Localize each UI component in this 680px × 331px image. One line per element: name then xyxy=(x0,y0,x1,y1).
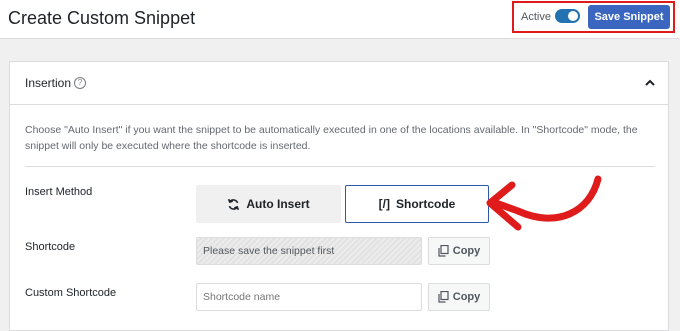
copy-label: Copy xyxy=(452,245,481,257)
shortcode-readonly-field: Please save the snippet first xyxy=(196,237,422,265)
save-snippet-button[interactable]: Save Snippet xyxy=(588,5,670,29)
panel-title: Insertion xyxy=(25,76,72,90)
copy-icon xyxy=(438,291,449,303)
custom-shortcode-label: Custom Shortcode xyxy=(25,287,117,299)
divider xyxy=(25,166,655,167)
custom-shortcode-copy-button[interactable]: Copy xyxy=(428,283,490,311)
shortcode-label: Shortcode xyxy=(25,241,76,253)
shortcode-option-label: Shortcode xyxy=(395,197,456,211)
shortcode-icon: [/] xyxy=(378,197,390,211)
annotation-arrow-icon xyxy=(486,175,602,231)
insert-method-label: Insert Method xyxy=(25,186,93,198)
auto-insert-label: Auto Insert xyxy=(246,197,310,211)
refresh-icon xyxy=(228,198,240,210)
active-label: Active xyxy=(521,11,551,23)
insertion-panel-header[interactable]: Insertion ? xyxy=(10,62,668,105)
copy-label: Copy xyxy=(452,291,481,303)
question-circle-icon[interactable]: ? xyxy=(74,77,86,89)
chevron-up-icon[interactable] xyxy=(643,76,657,90)
copy-icon xyxy=(438,245,449,257)
toggle-knob xyxy=(568,11,578,21)
auto-insert-button[interactable]: Auto Insert xyxy=(196,185,341,223)
insertion-description: Choose "Auto Insert" if you want the sni… xyxy=(25,124,638,152)
page-title: Create Custom Snippet xyxy=(8,8,196,28)
active-toggle[interactable] xyxy=(555,9,580,23)
shortcode-button[interactable]: [/] Shortcode xyxy=(345,185,489,223)
top-bar: Create Custom Snippet Active Save Snippe… xyxy=(0,0,680,39)
custom-shortcode-input[interactable] xyxy=(196,283,422,311)
